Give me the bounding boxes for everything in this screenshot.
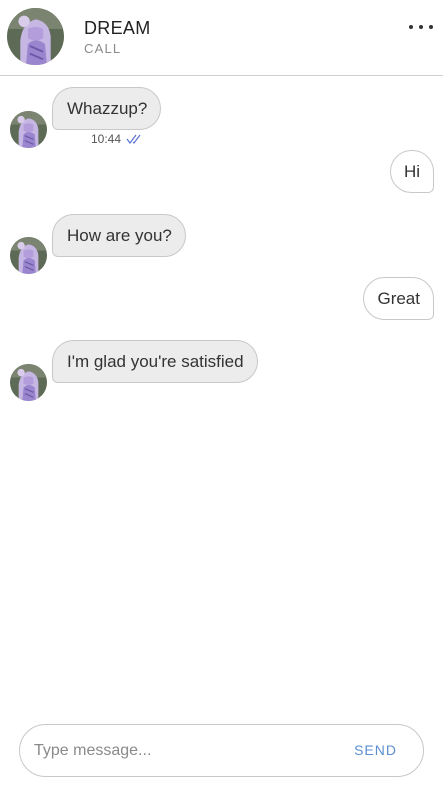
send-button[interactable]: SEND [354,742,397,758]
chat-header: DREAM CALL [0,0,443,76]
contact-avatar[interactable] [7,8,64,65]
message-bubble: Great [363,277,434,320]
message-meta: 10:44 [91,132,144,146]
message-bubble: Hi [389,150,434,193]
message-input[interactable] [34,739,334,763]
message-composer: SEND [19,724,424,777]
more-options-icon[interactable] [409,18,433,36]
chat-app: DREAM CALL Whazzup? 10:44 Hi How are you… [0,0,443,789]
message-time: 10:44 [91,132,122,146]
sender-avatar [10,111,47,148]
sender-avatar [10,364,47,401]
contact-status: CALL [84,41,122,56]
double-check-icon [126,134,141,144]
message-bubble: How are you? [52,214,186,257]
message-bubble: Whazzup? [52,87,162,130]
sender-avatar [10,237,47,274]
message-bubble: I'm glad you're satisfied [52,340,258,383]
contact-name: DREAM [84,18,151,38]
